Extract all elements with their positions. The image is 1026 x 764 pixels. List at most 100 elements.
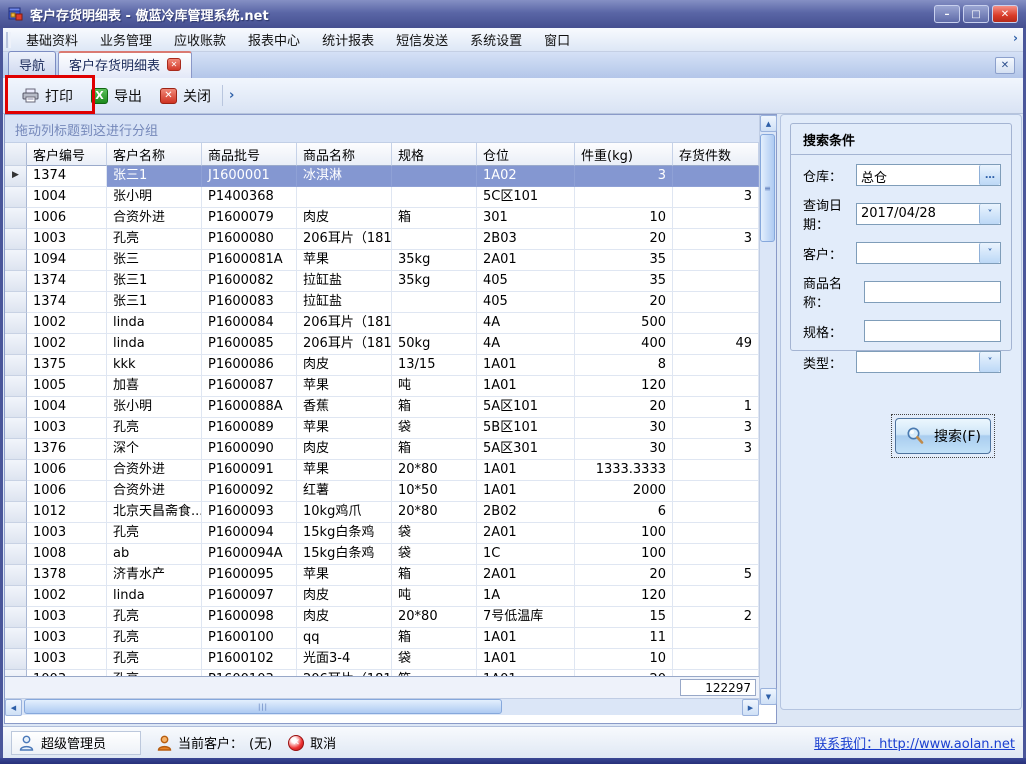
cell[interactable]: 1 — [673, 397, 759, 418]
cell[interactable]: 49 — [673, 334, 759, 355]
cell[interactable]: 1A01 — [477, 376, 575, 397]
close-button[interactable]: ✕ — [992, 5, 1018, 23]
cell[interactable] — [673, 628, 759, 649]
cell[interactable]: 吨 — [392, 376, 477, 397]
cell[interactable]: 2A01 — [477, 250, 575, 271]
scroll-up-icon[interactable]: ▲ — [760, 115, 777, 132]
cell[interactable] — [673, 586, 759, 607]
cell[interactable] — [673, 502, 759, 523]
cell[interactable]: 箱 — [392, 397, 477, 418]
cell[interactable]: 20*80 — [392, 460, 477, 481]
cell[interactable]: 50kg — [392, 334, 477, 355]
cell[interactable] — [673, 523, 759, 544]
cell[interactable]: 2A01 — [477, 565, 575, 586]
export-button[interactable]: X 导出 — [82, 82, 151, 110]
cell[interactable]: 206耳片（181... — [297, 313, 392, 334]
cell[interactable]: ab — [107, 544, 202, 565]
cell[interactable]: P1600083 — [202, 292, 297, 313]
maximize-button[interactable]: □ — [963, 5, 989, 23]
cell[interactable]: P1600090 — [202, 439, 297, 460]
cell[interactable]: 206耳片（181... — [297, 334, 392, 355]
cell[interactable]: 1003 — [27, 418, 107, 439]
cell[interactable] — [392, 166, 477, 187]
cell[interactable] — [673, 271, 759, 292]
cell[interactable]: linda — [107, 586, 202, 607]
cell[interactable] — [392, 313, 477, 334]
column-header-4[interactable]: 规格 — [392, 143, 477, 166]
cell[interactable]: 1094 — [27, 250, 107, 271]
table-row[interactable]: 1005加喜P1600087苹果吨1A01120 — [5, 376, 759, 397]
cell[interactable]: 1374 — [27, 166, 107, 187]
menu-item-3[interactable]: 报表中心 — [237, 31, 311, 52]
column-header-7[interactable]: 存货件数 — [673, 143, 759, 166]
cell[interactable]: 肉皮 — [297, 355, 392, 376]
cell[interactable]: 4A — [477, 334, 575, 355]
cell[interactable]: 13/15 — [392, 355, 477, 376]
cell[interactable]: P1600093 — [202, 502, 297, 523]
search-button[interactable]: 搜索(F) — [895, 418, 991, 454]
cell[interactable]: 1003 — [27, 649, 107, 670]
cell[interactable]: 3 — [575, 166, 673, 187]
cell[interactable]: 张三1 — [107, 166, 202, 187]
cell[interactable]: 肉皮 — [297, 439, 392, 460]
cell[interactable]: 5C区101 — [477, 187, 575, 208]
cell[interactable]: 1A — [477, 586, 575, 607]
cell[interactable]: P1600080 — [202, 229, 297, 250]
table-row[interactable]: 1375kkkP1600086肉皮13/151A018 — [5, 355, 759, 376]
cell[interactable]: 20*80 — [392, 502, 477, 523]
scroll-right-icon[interactable]: ▶ — [742, 699, 759, 716]
cell[interactable]: P1600085 — [202, 334, 297, 355]
cell[interactable]: 120 — [575, 586, 673, 607]
cell[interactable]: 2A01 — [477, 523, 575, 544]
cell[interactable]: P1400368 — [202, 187, 297, 208]
cell[interactable]: 1003 — [27, 229, 107, 250]
cell[interactable]: P1600087 — [202, 376, 297, 397]
cancel-customer-button[interactable]: ✕ 取消 — [288, 733, 336, 752]
cell[interactable]: kkk — [107, 355, 202, 376]
minimize-button[interactable]: – — [934, 5, 960, 23]
cell[interactable]: 35 — [575, 250, 673, 271]
cell[interactable]: 袋 — [392, 544, 477, 565]
cell[interactable]: 孔亮 — [107, 229, 202, 250]
cell[interactable]: 袋 — [392, 649, 477, 670]
dropdown-input[interactable]: ˅ — [856, 351, 1001, 373]
column-header-5[interactable]: 仓位 — [477, 143, 575, 166]
search-text-input[interactable] — [864, 281, 1001, 303]
cell[interactable]: 袋 — [392, 418, 477, 439]
group-by-band[interactable]: 拖动列标题到这进行分组 — [5, 115, 759, 143]
cell[interactable]: P1600094A — [202, 544, 297, 565]
cell[interactable]: 苹果 — [297, 565, 392, 586]
cell[interactable]: P1600094 — [202, 523, 297, 544]
cell[interactable]: P1600095 — [202, 565, 297, 586]
cell[interactable]: 孔亮 — [107, 649, 202, 670]
cell[interactable]: 1A01 — [477, 481, 575, 502]
cell[interactable]: P1600088A — [202, 397, 297, 418]
cell[interactable]: 1002 — [27, 334, 107, 355]
cell[interactable] — [673, 355, 759, 376]
cell[interactable]: 合资外进 — [107, 460, 202, 481]
cell[interactable]: P1600097 — [202, 586, 297, 607]
cell[interactable]: 肉皮 — [297, 586, 392, 607]
column-header-3[interactable]: 商品名称 — [297, 143, 392, 166]
cell[interactable]: 405 — [477, 292, 575, 313]
cell[interactable]: 苹果 — [297, 418, 392, 439]
ellipsis-button[interactable]: … — [979, 165, 1000, 185]
cell[interactable]: 30 — [575, 439, 673, 460]
horizontal-scrollbar[interactable]: ◀ ||| ▶ — [5, 698, 759, 715]
cell[interactable]: 6 — [575, 502, 673, 523]
cell[interactable]: 1375 — [27, 355, 107, 376]
cell[interactable]: 5A区101 — [477, 397, 575, 418]
cell[interactable] — [673, 649, 759, 670]
cell[interactable]: 20 — [575, 565, 673, 586]
contact-link[interactable]: 联系我们：http://www.aolan.net — [814, 733, 1015, 752]
cell[interactable]: J1600001 — [202, 166, 297, 187]
cell[interactable]: P1600086 — [202, 355, 297, 376]
menu-overflow-chevron-icon[interactable]: › — [1013, 31, 1018, 45]
menu-item-1[interactable]: 业务管理 — [89, 31, 163, 52]
menu-item-7[interactable]: 窗口 — [533, 31, 581, 52]
cell[interactable]: 3 — [673, 418, 759, 439]
cell[interactable]: P1600081A — [202, 250, 297, 271]
toolbar-overflow-chevron-icon[interactable]: › — [222, 85, 240, 106]
cell[interactable]: 孔亮 — [107, 418, 202, 439]
table-row[interactable]: 1003孔亮P160009415kg白条鸡袋2A01100 — [5, 523, 759, 544]
